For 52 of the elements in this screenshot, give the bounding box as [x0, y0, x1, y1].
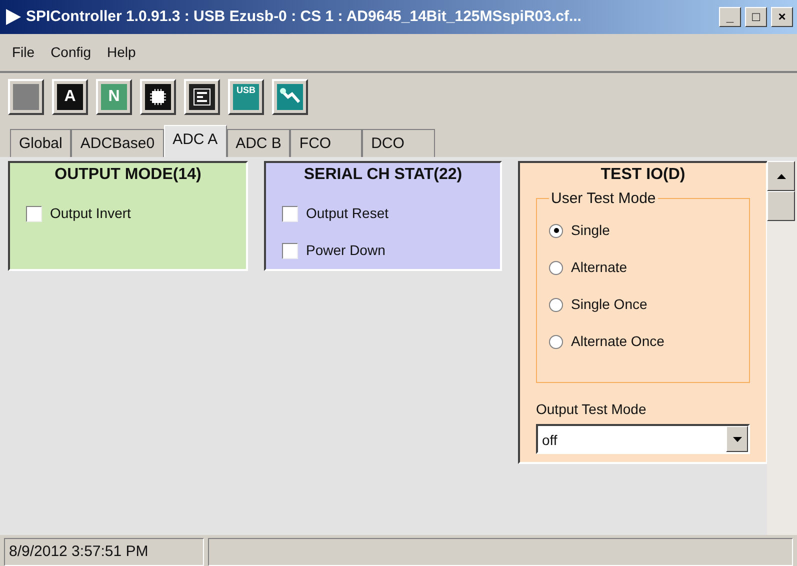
dropdown-arrow-icon [732, 436, 742, 442]
field-label: Output Test Mode [536, 400, 648, 419]
maximize-button[interactable]: □ [745, 7, 767, 27]
tab[interactable]: DCO [362, 129, 436, 157]
tab[interactable]: ADC B [226, 129, 290, 157]
scroll-up-button[interactable] [767, 161, 795, 191]
radio-button[interactable] [549, 224, 563, 238]
minimize-button[interactable]: _ [719, 7, 741, 27]
checkbox[interactable] [282, 242, 298, 258]
menu-item[interactable]: File [4, 38, 43, 67]
close-button[interactable]: × [771, 7, 793, 27]
scroll-thumb[interactable] [767, 191, 795, 221]
radio-button[interactable] [549, 260, 563, 274]
tab[interactable]: ADC A [164, 125, 227, 157]
panel-title: TEST IO(D) [600, 165, 686, 185]
app-icon [4, 8, 22, 26]
checkbox[interactable] [282, 206, 298, 222]
group-legend: User Test Mode [549, 191, 658, 206]
radio-button[interactable] [549, 334, 563, 348]
radio-label: Alternate [571, 258, 628, 277]
menu-item[interactable]: Config [42, 38, 100, 67]
tab[interactable]: Global [10, 129, 72, 157]
toolbar-button[interactable] [184, 79, 220, 115]
tab[interactable]: ADCBase0 [71, 129, 164, 157]
toolbar-button[interactable] [272, 79, 308, 115]
radio-label: Single [571, 221, 610, 240]
tab[interactable]: FCO [290, 129, 362, 157]
status-text: 8/9/2012 3:57:51 PM [4, 538, 204, 566]
toolbar-button[interactable] [8, 79, 44, 115]
up-arrow-icon [776, 174, 786, 178]
dropdown[interactable]: off [536, 424, 750, 454]
graph-icon [277, 84, 303, 110]
checkbox[interactable] [26, 206, 42, 222]
scrollbar[interactable] [767, 161, 797, 535]
letter-tool-icon: A [57, 84, 83, 110]
menu-item[interactable]: Help [99, 38, 144, 67]
toolbar-button[interactable]: A [52, 79, 88, 115]
radio-label: Single Once [571, 295, 648, 314]
radio-button[interactable] [549, 298, 563, 312]
panel-title: OUTPUT MODE(14) [54, 165, 202, 185]
checkbox-label: Output Invert [50, 204, 131, 223]
blank-tool-icon [13, 84, 39, 110]
radio-label: Alternate Once [571, 332, 664, 351]
toolbar-button[interactable] [140, 79, 176, 115]
form-icon [189, 84, 215, 110]
letter-tool-icon: N [101, 84, 127, 110]
chip-icon [145, 84, 171, 110]
toolbar-button[interactable]: USB [228, 79, 264, 115]
checkbox-label: Power Down [306, 241, 386, 260]
panel-title: SERIAL CH STAT(22) [302, 165, 464, 185]
window-title: SPIController 1.0.91.3 : USB Ezusb-0 : CS 1 : AD9645_14Bit_125MSspiR03.cf... [26, 6, 582, 27]
checkbox-label: Output Reset [306, 204, 388, 223]
